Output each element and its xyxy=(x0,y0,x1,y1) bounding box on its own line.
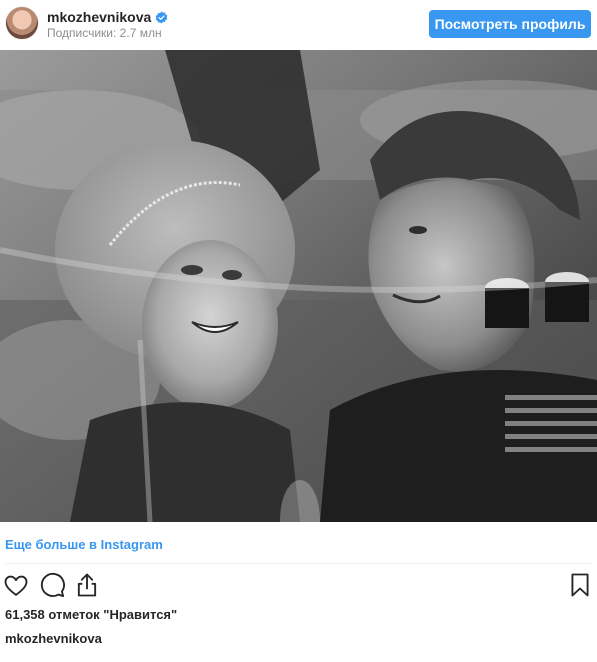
username[interactable]: mkozhevnikova xyxy=(47,9,151,25)
bookmark-icon[interactable] xyxy=(566,571,594,599)
comment-bubble-icon[interactable] xyxy=(38,571,66,599)
avatar[interactable] xyxy=(5,6,39,40)
username-row: mkozhevnikova xyxy=(47,9,168,25)
caption-username[interactable]: mkozhevnikova xyxy=(5,631,102,646)
divider xyxy=(5,563,592,564)
likes-count: 61,358 отметок "Нравится" xyxy=(5,607,178,622)
view-profile-button[interactable]: Посмотреть профиль xyxy=(429,10,591,38)
heart-icon[interactable] xyxy=(2,571,30,599)
followers-count: Подписчики: 2.7 млн xyxy=(47,26,162,40)
post-photo[interactable] xyxy=(0,50,597,522)
share-icon[interactable] xyxy=(73,571,101,599)
instagram-embed-card: mkozhevnikova Подписчики: 2.7 млн Посмот… xyxy=(0,0,597,662)
more-on-instagram-link[interactable]: Еще больше в Instagram xyxy=(5,537,163,552)
verified-badge-icon xyxy=(155,10,168,24)
post-header: mkozhevnikova Подписчики: 2.7 млн Посмот… xyxy=(0,0,597,50)
